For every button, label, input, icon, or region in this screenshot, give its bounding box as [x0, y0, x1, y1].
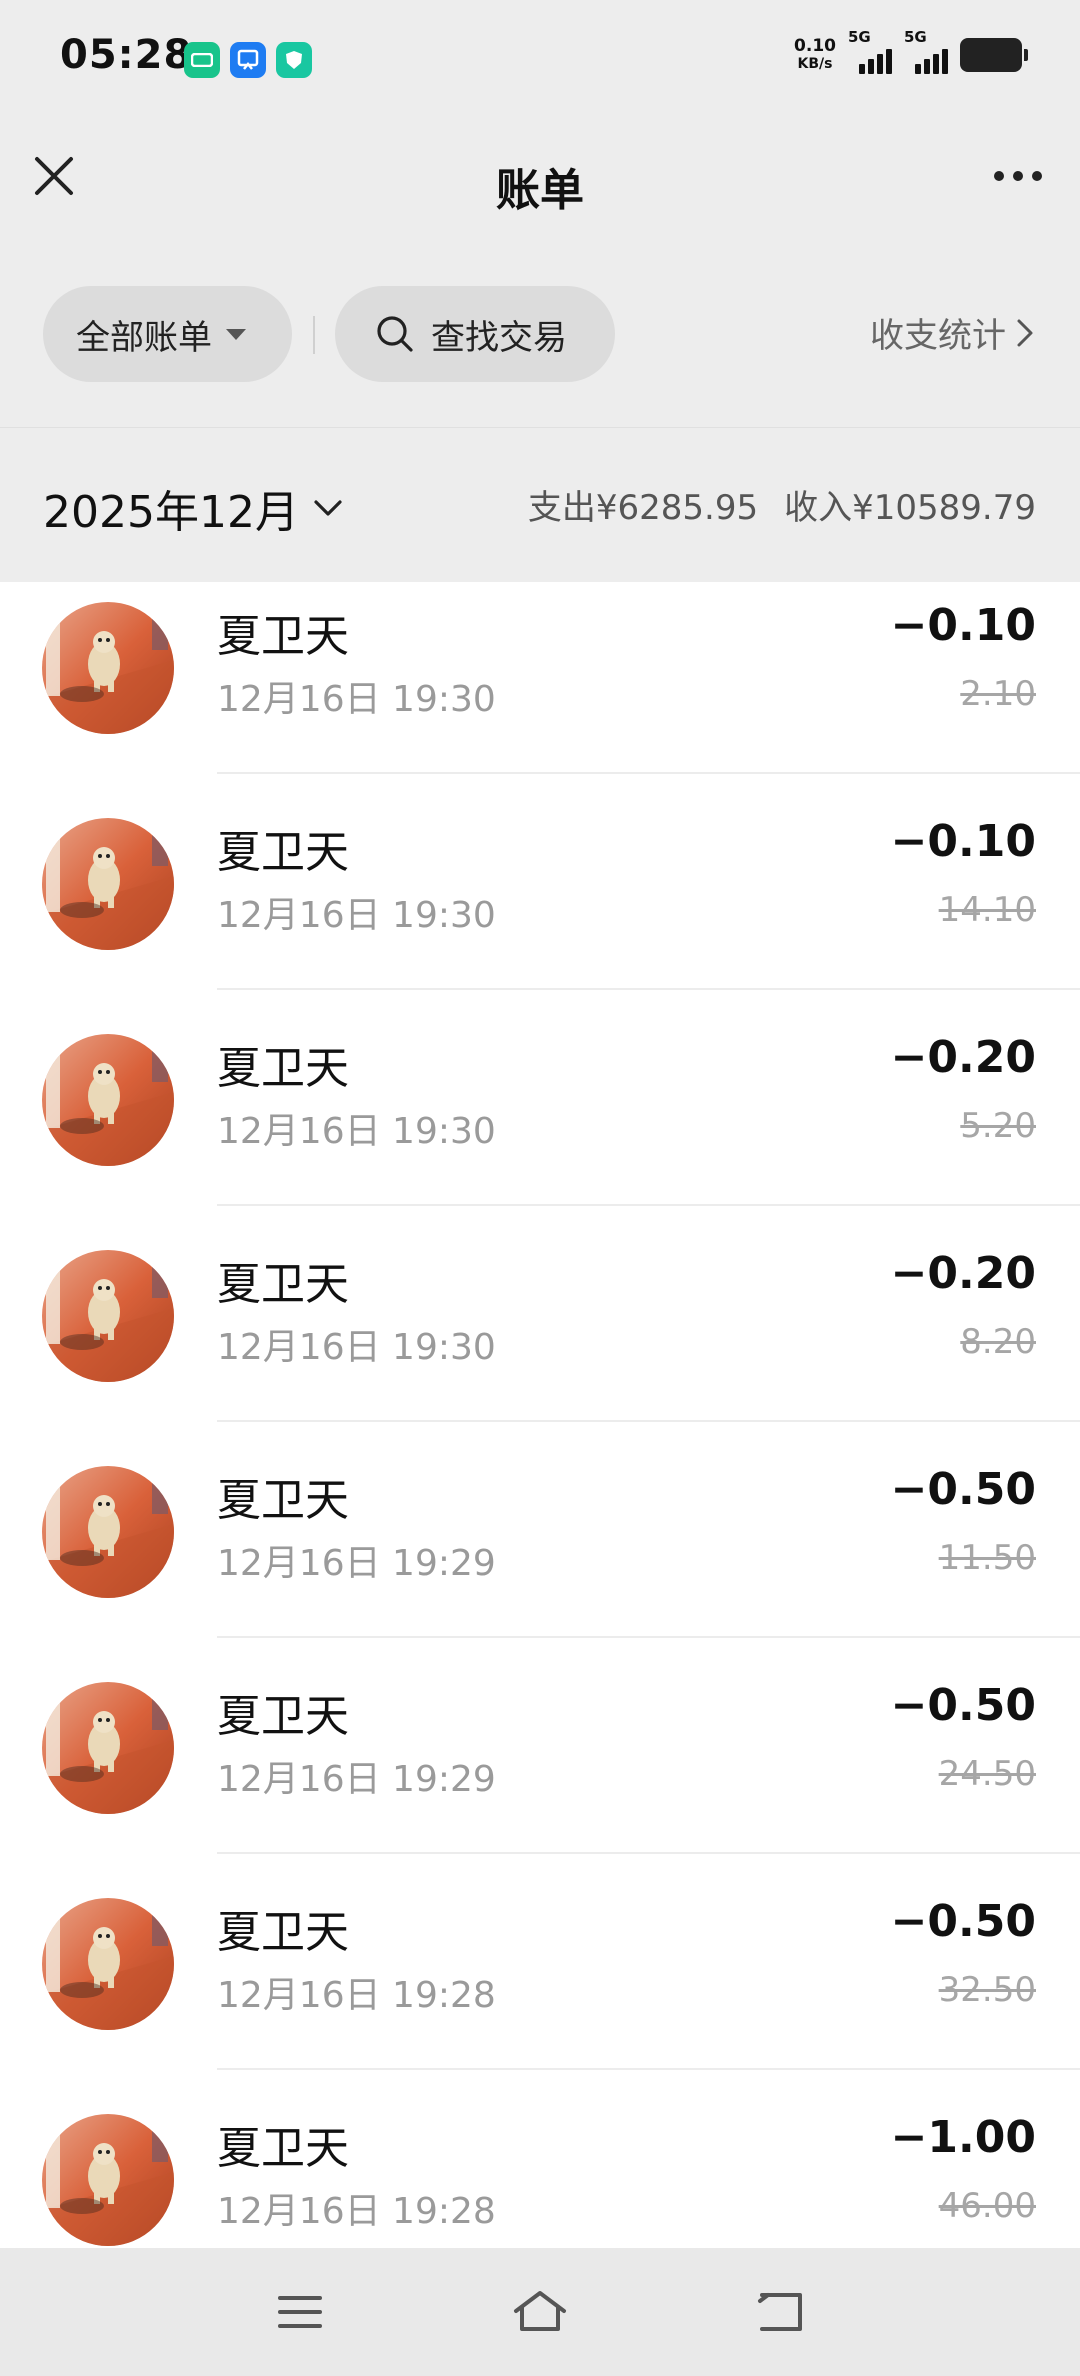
status-app-icons — [184, 42, 312, 78]
month-summary: 支出¥6285.95 收入¥10589.79 — [528, 480, 1036, 529]
transaction-time: 12月16日 19:30 — [217, 679, 496, 720]
payee-name: 夏卫天 — [217, 1475, 349, 1526]
search-label: 查找交易 — [431, 317, 567, 358]
filter-bar: 全部账单 查找交易 收支统计 — [0, 246, 1080, 428]
transaction-time: 12月16日 19:28 — [217, 2191, 496, 2232]
all-bills-filter-button[interactable]: 全部账单 — [43, 286, 292, 382]
payee-name: 夏卫天 — [217, 1907, 349, 1958]
avatar — [42, 1034, 174, 1166]
transaction-row[interactable]: 夏卫天 12月16日 19:30 −0.20 5.20 — [0, 990, 1080, 1206]
balance-after: 32.50 — [938, 1970, 1036, 2010]
income-expense-stats-link[interactable]: 收支统计 — [870, 308, 1034, 357]
transaction-row[interactable]: 夏卫天 12月16日 19:29 −0.50 24.50 — [0, 1638, 1080, 1854]
stats-label: 收支统计 — [870, 316, 1006, 356]
payee-name: 夏卫天 — [217, 1259, 349, 1310]
avatar — [42, 2114, 174, 2246]
status-indicators: 0.10 KB/s 5G 5G — [794, 28, 1028, 74]
transaction-amount: −0.10 — [890, 816, 1036, 867]
back-button[interactable] — [748, 2282, 812, 2342]
income-total: 收入¥10589.79 — [784, 488, 1036, 528]
title-bar: 账单 — [0, 118, 1080, 246]
transaction-time: 12月16日 19:29 — [217, 1543, 496, 1584]
transaction-row[interactable]: 夏卫天 12月16日 19:28 −0.50 32.50 — [0, 1854, 1080, 2070]
balance-after: 24.50 — [938, 1754, 1036, 1794]
more-icon — [994, 171, 1042, 181]
signal-icon: 5G — [848, 28, 892, 74]
status-time: 05:28 — [60, 32, 193, 78]
search-transactions-button[interactable]: 查找交易 — [335, 286, 615, 382]
month-bar: 2025年12月 支出¥6285.95 收入¥10589.79 — [0, 428, 1080, 582]
transaction-amount: −1.00 — [890, 2112, 1036, 2163]
avatar — [42, 1898, 174, 2030]
chevron-right-icon — [1017, 319, 1033, 346]
transaction-row[interactable]: 夏卫天 12月16日 19:29 −0.50 11.50 — [0, 1422, 1080, 1638]
transaction-list: 夏卫天 12月16日 19:30 −0.10 2.10 夏卫天 12月16日 1… — [0, 582, 1080, 2248]
transaction-row[interactable]: 夏卫天 12月16日 19:28 −1.00 46.00 — [0, 2070, 1080, 2248]
payee-name: 夏卫天 — [217, 827, 349, 878]
payee-name: 夏卫天 — [217, 2123, 349, 2174]
payee-name: 夏卫天 — [217, 1691, 349, 1742]
all-bills-label: 全部账单 — [76, 317, 212, 358]
home-icon — [514, 2291, 566, 2331]
avatar — [42, 1682, 174, 1814]
balance-after: 5.20 — [960, 1106, 1036, 1146]
transaction-time: 12月16日 19:30 — [217, 1111, 496, 1152]
chevron-down-icon — [314, 500, 342, 516]
home-button[interactable] — [508, 2282, 572, 2342]
signal-icon: 5G — [904, 28, 948, 74]
balance-after: 11.50 — [938, 1538, 1036, 1578]
payee-name: 夏卫天 — [217, 611, 349, 662]
transaction-time: 12月16日 19:29 — [217, 1759, 496, 1800]
divider — [313, 316, 315, 354]
avatar — [42, 1250, 174, 1382]
expense-total: 支出¥6285.95 — [527, 488, 759, 528]
transaction-time: 12月16日 19:30 — [217, 895, 496, 936]
avatar — [42, 818, 174, 950]
battery-icon — [960, 38, 1028, 72]
transaction-amount: −0.20 — [890, 1248, 1036, 1299]
month-selector[interactable]: 2025年12月 — [43, 476, 343, 540]
balance-after: 8.20 — [960, 1322, 1036, 1362]
status-bar: 05:28 0.10 KB/s 5G 5G — [0, 0, 1080, 118]
balance-after: 14.10 — [938, 890, 1036, 930]
network-speed: 0.10 KB/s — [794, 36, 836, 72]
transaction-time: 12月16日 19:30 — [217, 1327, 496, 1368]
app-notification-icon — [276, 42, 312, 78]
transaction-time: 12月16日 19:28 — [217, 1975, 496, 2016]
transaction-amount: −0.50 — [890, 1896, 1036, 1947]
back-icon — [758, 2293, 802, 2331]
transaction-row[interactable]: 夏卫天 12月16日 19:30 −0.10 2.10 — [0, 582, 1080, 774]
page-title: 账单 — [496, 165, 584, 216]
transaction-row[interactable]: 夏卫天 12月16日 19:30 −0.10 14.10 — [0, 774, 1080, 990]
payee-name: 夏卫天 — [217, 1043, 349, 1094]
menu-icon — [278, 2296, 322, 2328]
app-notification-icon — [230, 42, 266, 78]
search-icon — [377, 316, 413, 352]
transaction-row[interactable]: 夏卫天 12月16日 19:30 −0.20 8.20 — [0, 1206, 1080, 1422]
system-navigation-bar — [0, 2248, 1080, 2376]
balance-after: 2.10 — [960, 674, 1036, 714]
month-label: 2025年12月 — [43, 487, 299, 538]
more-button[interactable] — [982, 144, 1054, 208]
transaction-amount: −0.10 — [890, 600, 1036, 651]
balance-after: 46.00 — [938, 2186, 1036, 2226]
avatar — [42, 602, 174, 734]
avatar — [42, 1466, 174, 1598]
transaction-amount: −0.50 — [890, 1680, 1036, 1731]
menu-button[interactable] — [268, 2282, 332, 2342]
transaction-amount: −0.20 — [890, 1032, 1036, 1083]
app-notification-icon — [184, 42, 220, 78]
dropdown-caret-icon — [226, 328, 246, 340]
transaction-amount: −0.50 — [890, 1464, 1036, 1515]
